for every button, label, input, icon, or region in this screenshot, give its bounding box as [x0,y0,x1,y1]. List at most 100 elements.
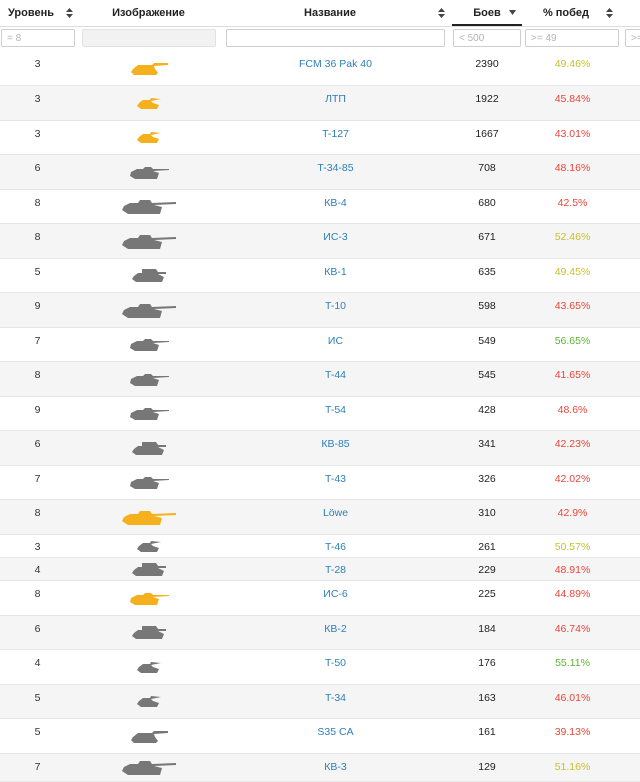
header-battles-label: Боев [473,7,501,19]
tank-name-link[interactable]: Löwe [225,507,446,519]
header-level-label: Уровень [7,7,54,19]
name-filter-input[interactable] [226,29,445,47]
table-row[interactable]: 7 КВ-3 129 51.16% [0,754,640,782]
tank-name-link[interactable]: T-28 [225,564,446,576]
table-row[interactable]: 5 T-34 163 46.01% [0,685,640,719]
tank-image-cell [80,431,217,466]
table-row[interactable]: 9 T-54 428 48.6% [0,397,640,431]
winrate-cell: 49.46% [554,58,591,70]
sort-both-icon[interactable] [606,8,613,18]
tank-name-link[interactable]: T-54 [225,404,446,416]
winrate-cell: 44.89% [554,588,591,600]
table-row[interactable]: 6 КВ-85 341 42.23% [0,431,640,466]
tank-name-link[interactable]: FCM 36 Pak 40 [225,58,446,70]
level-cell: 9 [34,404,41,416]
tank-silhouette-icon [131,269,166,282]
tank-name-link[interactable]: КВ-3 [225,761,446,773]
tank-image-cell [80,754,217,782]
table-row[interactable]: 3 FCM 36 Pak 40 2390 49.46% [0,51,640,86]
table-row[interactable]: 8 T-44 545 41.65% [0,362,640,397]
extra-filter-input[interactable] [625,29,640,47]
battles-cell: 163 [478,692,496,704]
tank-name-link[interactable]: T-34 [225,692,446,704]
tank-image-cell [80,121,217,155]
table-row[interactable]: 4 T-28 229 48.91% [0,558,640,581]
tank-name-link[interactable]: T-50 [225,657,446,669]
table-row[interactable]: 3 T-46 261 50.57% [0,535,640,558]
table-row[interactable]: 3 ЛТП 1922 45.84% [0,86,640,121]
header-name[interactable]: Название [225,0,435,26]
tank-image-cell [80,719,217,754]
table-row[interactable]: 6 КВ-2 184 46.74% [0,616,640,650]
header-winrate[interactable]: % побед [525,0,607,26]
tank-name-link[interactable]: S35 CA [225,726,446,738]
header-level[interactable]: Уровень [0,0,62,26]
table-row[interactable]: 4 T-50 176 55.11% [0,650,640,685]
level-cell: 6 [34,162,41,174]
tank-silhouette-icon [136,98,161,109]
tank-image-cell [80,362,217,397]
winrate-cell: 39.13% [554,726,591,738]
tank-name-link[interactable]: ИС-3 [225,231,446,243]
table-row[interactable]: 5 КВ-1 635 49.45% [0,259,640,293]
winrate-cell: 49.45% [554,266,591,278]
tank-name-link[interactable]: КВ-4 [225,197,446,209]
tank-silhouette-icon [121,304,176,318]
tank-name-link[interactable]: T-43 [225,473,446,485]
table-row[interactable]: 3 T-127 1667 43.01% [0,121,640,155]
tank-silhouette-icon [130,63,168,75]
tank-name-link[interactable]: ИС-6 [225,588,446,600]
tank-name-link[interactable]: T-127 [225,128,446,140]
table-row[interactable]: 8 Löwe 310 42.9% [0,500,640,535]
battles-filter-input[interactable] [453,29,521,47]
filter-row [0,27,640,51]
winrate-cell: 42.9% [557,507,588,519]
winrate-filter-input[interactable] [525,29,619,47]
tank-name-link[interactable]: T-10 [225,300,446,312]
tank-silhouette-icon [129,167,169,179]
battles-cell: 671 [478,231,496,243]
tank-silhouette-icon [131,442,166,455]
tank-silhouette-icon [131,563,166,576]
tank-name-link[interactable]: T-44 [225,369,446,381]
tank-name-link[interactable]: КВ-85 [225,438,446,450]
table-row[interactable]: 7 ИС 549 56.65% [0,328,640,362]
level-cell: 3 [34,93,41,105]
table-row[interactable]: 8 ИС-6 225 44.89% [0,581,640,616]
battles-cell: 1667 [475,128,499,140]
sort-both-icon[interactable] [66,8,73,18]
sort-both-icon[interactable] [438,8,445,18]
table-row[interactable]: 7 T-43 326 42.02% [0,466,640,500]
tank-name-link[interactable]: ИС [225,335,446,347]
tank-silhouette-icon [130,731,168,743]
table-row[interactable]: 6 T-34-85 708 48.16% [0,155,640,190]
battles-cell: 326 [478,473,496,485]
table-row[interactable]: 8 КВ-4 680 42.5% [0,190,640,224]
sort-desc-icon[interactable] [509,10,516,20]
tank-name-link[interactable]: ЛТП [225,93,446,105]
battles-cell: 598 [478,300,496,312]
tank-name-link[interactable]: КВ-2 [225,623,446,635]
level-cell: 8 [34,369,41,381]
level-cell: 7 [34,761,41,773]
tank-silhouette-icon [136,662,161,673]
winrate-cell: 43.65% [554,300,591,312]
winrate-cell: 55.11% [555,657,590,669]
winrate-cell: 42.02% [554,473,591,485]
battles-cell: 2390 [475,58,499,70]
tank-name-link[interactable]: КВ-1 [225,266,446,278]
table-row[interactable]: 9 T-10 598 43.65% [0,293,640,328]
tank-image-cell [80,558,217,581]
level-cell: 6 [34,438,41,450]
level-filter-input[interactable] [1,29,75,47]
table-row[interactable]: 5 S35 CA 161 39.13% [0,719,640,754]
battles-cell: 129 [478,761,496,773]
table-row[interactable]: 8 ИС-3 671 52.46% [0,224,640,259]
tank-image-cell [80,190,217,224]
battles-cell: 229 [478,564,496,576]
level-cell: 7 [34,473,41,485]
battles-cell: 184 [478,623,496,635]
tank-name-link[interactable]: T-34-85 [225,162,446,174]
battles-cell: 635 [478,266,496,278]
tank-name-link[interactable]: T-46 [225,541,446,553]
